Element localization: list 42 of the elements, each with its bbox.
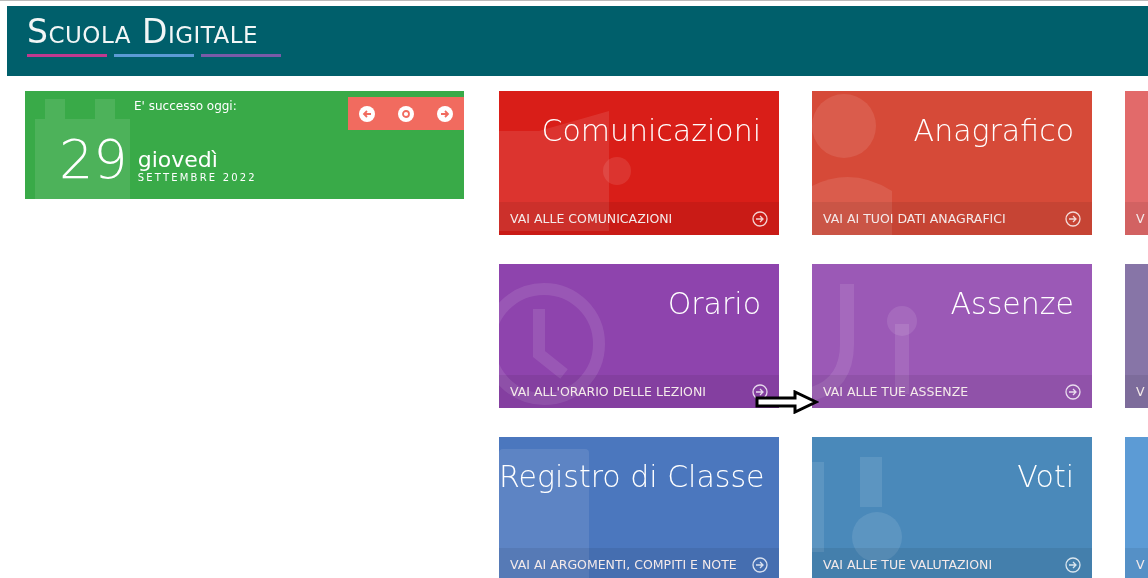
right-arrow-icon xyxy=(439,108,450,119)
tile-link[interactable]: VAI ALLE TUE VALUTAZIONI xyxy=(812,548,1092,578)
tile-link[interactable]: V xyxy=(1125,202,1148,235)
arrow-circle-icon xyxy=(1065,383,1081,400)
arrow-circle-icon xyxy=(752,210,768,227)
tile-title: Voti xyxy=(1016,458,1075,494)
module-tile[interactable]: Registro di Classe VAI AI ARGOMENTI, COMPITI E NOTE xyxy=(499,437,779,578)
tile-link[interactable]: V xyxy=(1125,548,1148,578)
module-tile[interactable]: V xyxy=(1125,437,1148,578)
date-caption: E' successo oggi: xyxy=(134,99,237,113)
tile-title: Registro di Classe xyxy=(499,458,766,494)
module-tile[interactable]: Voti VAI ALLE TUE VALUTAZIONI xyxy=(812,437,1092,578)
module-tile[interactable]: Orario VAI ALL'ORARIO DELLE LEZIONI xyxy=(499,264,779,408)
tile-link[interactable]: VAI ALL'ORARIO DELLE LEZIONI xyxy=(499,375,779,408)
tile-link[interactable]: VAI AI TUOI DATI ANAGRAFICI xyxy=(812,202,1092,235)
arrow-icon xyxy=(755,390,819,414)
arrow-circle-icon xyxy=(752,556,768,573)
tile-link[interactable]: VAI ALLE COMUNICAZIONI xyxy=(499,202,779,235)
arrow-circle-icon xyxy=(1065,556,1081,573)
module-tile[interactable]: V xyxy=(1125,91,1148,235)
next-button[interactable] xyxy=(436,105,453,122)
tile-title: Anagrafico xyxy=(912,112,1075,148)
weekday: giovedì xyxy=(137,147,219,172)
tile-link[interactable]: VAI ALLE TUE ASSENZE xyxy=(812,375,1092,408)
tile-title: Assenze xyxy=(949,285,1075,321)
month-year: SETTEMBRE 2022 xyxy=(137,172,257,183)
module-tile[interactable]: Anagrafico VAI AI TUOI DATI ANAGRAFICI xyxy=(812,91,1092,235)
tile-link[interactable]: VAI AI ARGOMENTI, COMPITI E NOTE xyxy=(499,548,779,578)
today-button[interactable] xyxy=(398,105,414,122)
module-tile[interactable]: Assenze VAI ALLE TUE ASSENZE xyxy=(812,264,1092,408)
arrow-circle-icon xyxy=(752,383,768,400)
previous-button[interactable] xyxy=(359,105,376,122)
tile-link[interactable]: V xyxy=(1125,375,1148,408)
target-icon xyxy=(401,108,411,119)
day-number: 29 xyxy=(59,133,128,187)
tile-title: Orario xyxy=(666,285,762,321)
module-tile[interactable]: V xyxy=(1125,264,1148,408)
left-arrow-icon xyxy=(362,108,373,119)
arrow-circle-icon xyxy=(1065,210,1081,227)
module-tile[interactable]: Comunicazioni VAI ALLE COMUNICAZIONI xyxy=(499,91,779,235)
tile-title: Comunicazioni xyxy=(540,112,762,148)
logo: Scuola Digitale xyxy=(27,14,260,50)
